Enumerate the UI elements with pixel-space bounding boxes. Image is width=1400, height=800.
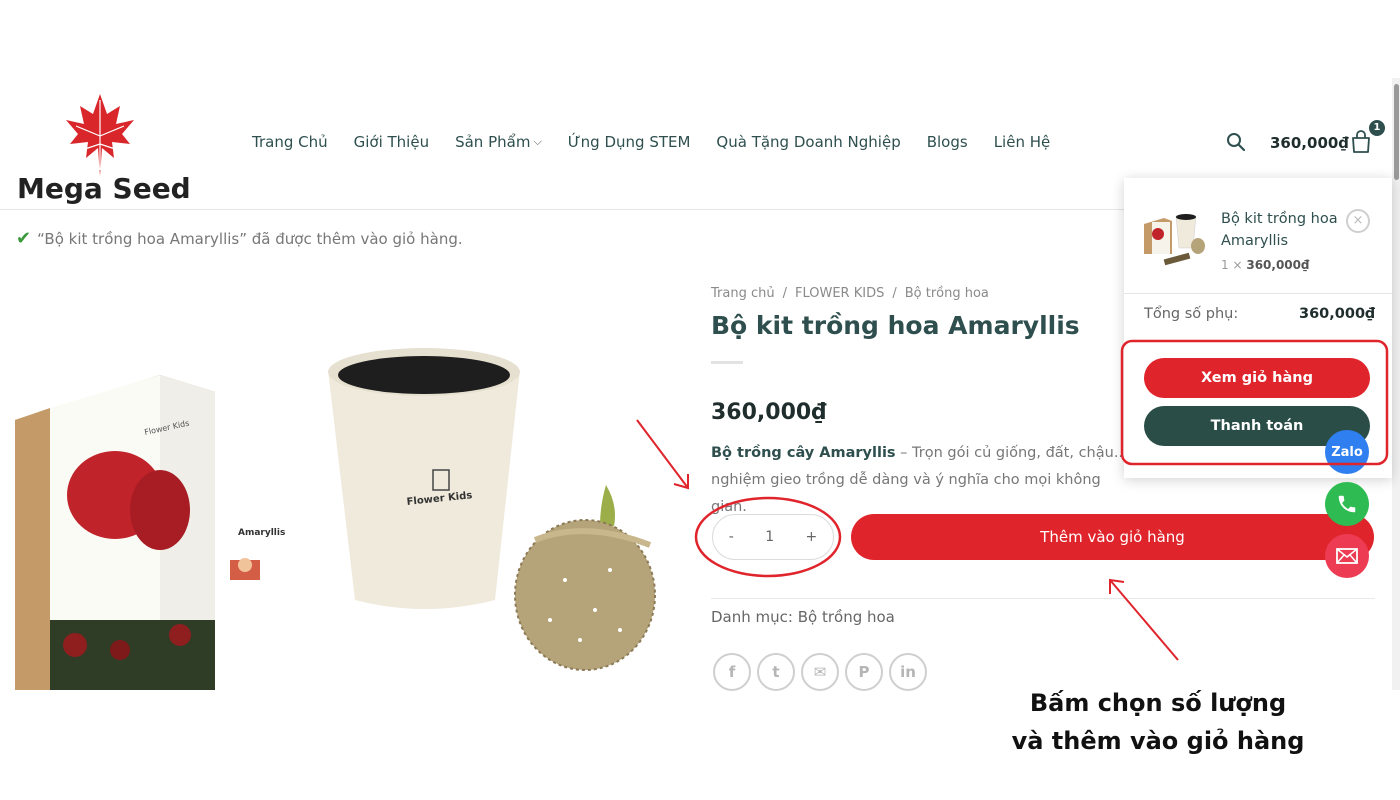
mail-icon[interactable] xyxy=(1325,534,1369,578)
annotation-arrow-head xyxy=(1109,578,1125,594)
subtotal-label: Tổng số phụ: xyxy=(1144,306,1239,322)
nav-item-corporate-gifts[interactable]: Quà Tặng Doanh Nghiệp xyxy=(716,133,900,151)
zalo-icon[interactable]: Zalo xyxy=(1325,430,1369,474)
mini-cart-qty-prefix: 1 × xyxy=(1221,258,1243,272)
maple-leaf-icon xyxy=(66,94,134,176)
mini-cart-item-thumbnail[interactable] xyxy=(1140,208,1208,270)
mini-cart-item-name[interactable]: Bộ kit trồng hoa Amaryllis xyxy=(1221,208,1341,252)
linkedin-icon[interactable]: in xyxy=(889,653,927,691)
view-cart-button[interactable]: Xem giỏ hàng xyxy=(1144,358,1370,398)
product-title: Bộ kit trồng hoa Amaryllis xyxy=(711,311,1080,340)
title-divider xyxy=(711,361,743,364)
page: Mega Seed Trang Chủ Giới Thiệu Sản Phẩm ⌵… xyxy=(0,0,1400,800)
nav-item-stem[interactable]: Ứng Dụng STEM xyxy=(568,133,691,151)
logo-text: Mega Seed xyxy=(17,172,191,205)
nav-label: Giới Thiệu xyxy=(353,133,430,151)
add-to-cart-button[interactable]: Thêm vào giỏ hàng xyxy=(851,514,1374,560)
breadcrumb-flower-kids[interactable]: FLOWER KIDS xyxy=(795,286,884,301)
product-photo: Flower Kids Amaryllis Flower Kids xyxy=(15,348,656,690)
cart-count-badge: 1 xyxy=(1369,120,1385,136)
box-name-label: Amaryllis xyxy=(238,528,285,538)
product-short-description: Bộ trồng cây Amaryllis – Trọn gói củ giố… xyxy=(711,440,1131,521)
quantity-stepper: - 1 + xyxy=(712,514,834,560)
zalo-label: Zalo xyxy=(1331,444,1363,460)
subtotal-value: 360,000₫ xyxy=(1299,306,1376,322)
product-image[interactable]: Flower Kids Amaryllis Flower Kids xyxy=(10,330,690,690)
nav-label: Blogs xyxy=(926,133,968,151)
category-label: Danh mục: xyxy=(711,608,793,626)
added-to-cart-notice: ✔ “Bộ kit trồng hoa Amaryllis” đã được t… xyxy=(16,228,463,249)
nav-label: Quà Tặng Doanh Nghiệp xyxy=(716,133,901,151)
nav-item-blogs[interactable]: Blogs xyxy=(927,133,968,151)
phone-glyph xyxy=(1338,495,1356,513)
category-link[interactable]: Bộ trồng hoa xyxy=(798,608,895,626)
annotation-arrow-line xyxy=(1109,579,1179,661)
annotation-line-2: và thêm vào giỏ hàng xyxy=(1011,727,1305,755)
quantity-input[interactable]: 1 xyxy=(765,529,774,545)
chevron-down-icon: ⌵ xyxy=(533,135,542,148)
nav-label: Ứng Dụng STEM xyxy=(567,133,691,151)
phone-icon[interactable] xyxy=(1325,482,1369,526)
nav-item-home[interactable]: Trang Chủ xyxy=(252,133,328,151)
divider xyxy=(711,598,1375,599)
nav-label: Liên Hệ xyxy=(993,133,1051,151)
quantity-plus-button[interactable]: + xyxy=(806,529,818,545)
email-icon[interactable]: ✉ xyxy=(801,653,839,691)
notice-text: “Bộ kit trồng hoa Amaryllis” đã được thê… xyxy=(37,229,463,248)
quantity-minus-button[interactable]: - xyxy=(729,529,734,545)
twitter-icon[interactable]: t xyxy=(757,653,795,691)
product-category: Danh mục: Bộ trồng hoa xyxy=(711,608,895,626)
annotation-caption: Bấm chọn số lượng và thêm vào giỏ hàng xyxy=(1000,684,1316,760)
remove-item-icon[interactable]: × xyxy=(1346,209,1370,233)
breadcrumb-home[interactable]: Trang chủ xyxy=(711,286,775,301)
header-cart-total[interactable]: 360,000₫ xyxy=(1270,134,1349,152)
nav-item-about[interactable]: Giới Thiệu xyxy=(354,133,429,151)
facebook-icon[interactable]: f xyxy=(713,653,751,691)
mail-glyph xyxy=(1336,548,1358,564)
mini-cart-item-quantity: 1 × 360,000₫ xyxy=(1221,258,1309,272)
main-nav: Trang Chủ Giới Thiệu Sản Phẩm ⌵ Ứng Dụng … xyxy=(252,133,1076,151)
mini-cart-item-price: 360,000₫ xyxy=(1246,258,1310,272)
scrollbar-thumb[interactable] xyxy=(1394,84,1399,180)
description-bold: Bộ trồng cây Amaryllis xyxy=(711,445,896,461)
logo[interactable]: Mega Seed xyxy=(12,86,197,205)
search-icon[interactable] xyxy=(1226,132,1246,152)
annotation-line-1: Bấm chọn số lượng xyxy=(1029,689,1287,717)
breadcrumb-separator: / xyxy=(892,286,897,301)
breadcrumb-category[interactable]: Bộ trồng hoa xyxy=(905,286,989,301)
breadcrumb: Trang chủ / FLOWER KIDS / Bộ trồng hoa xyxy=(711,286,989,301)
share-buttons: f t ✉ P in xyxy=(713,653,927,691)
pinterest-icon[interactable]: P xyxy=(845,653,883,691)
cart-icon[interactable] xyxy=(1350,130,1372,154)
nav-label: Sản Phẩm xyxy=(455,133,531,151)
divider xyxy=(1124,293,1392,294)
nav-item-products[interactable]: Sản Phẩm ⌵ xyxy=(455,133,542,151)
nav-label: Trang Chủ xyxy=(252,133,328,151)
product-price: 360,000₫ xyxy=(711,400,827,425)
nav-item-contact[interactable]: Liên Hệ xyxy=(994,133,1051,151)
check-icon: ✔ xyxy=(16,228,32,249)
breadcrumb-separator: / xyxy=(782,286,787,301)
